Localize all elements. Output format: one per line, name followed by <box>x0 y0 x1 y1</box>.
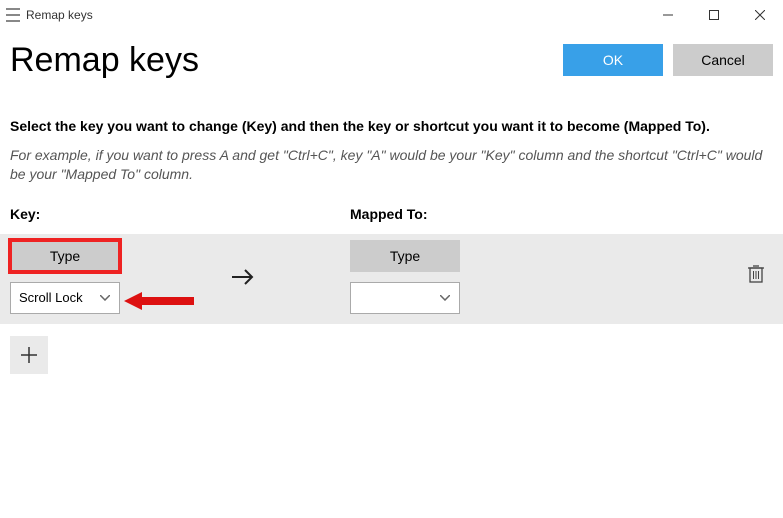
ok-button[interactable]: OK <box>563 44 663 76</box>
header-row: Remap keys OK Cancel <box>10 30 773 90</box>
key-select-dropdown[interactable]: Scroll Lock <box>10 282 120 314</box>
cancel-button[interactable]: Cancel <box>673 44 773 76</box>
columns-header: Key: Mapped To: <box>10 206 773 222</box>
mapped-cell: Type <box>350 240 550 314</box>
close-button[interactable] <box>737 0 783 30</box>
add-row-button[interactable] <box>10 336 48 374</box>
key-cell: Type Scroll Lock <box>10 240 210 314</box>
trash-icon <box>747 264 765 284</box>
page-title: Remap keys <box>10 41 553 80</box>
arrow-separator <box>210 266 350 288</box>
delete-cell <box>747 264 773 289</box>
mapping-row: Type Scroll Lock <box>0 234 783 324</box>
window-controls <box>645 0 783 30</box>
delete-row-button[interactable] <box>747 264 765 289</box>
arrow-right-icon <box>230 266 256 288</box>
mapped-select-dropdown[interactable] <box>350 282 460 314</box>
chevron-down-icon <box>439 292 451 304</box>
instruction-text: Select the key you want to change (Key) … <box>10 118 773 134</box>
maximize-button[interactable] <box>691 0 737 30</box>
mapped-column-label: Mapped To: <box>350 206 773 222</box>
plus-icon <box>20 346 38 364</box>
key-column-label: Key: <box>10 206 350 222</box>
app-icon <box>6 8 20 22</box>
annotation-arrow-icon <box>124 290 194 312</box>
chevron-down-icon <box>99 292 111 304</box>
key-type-button[interactable]: Type <box>10 240 120 272</box>
mapped-type-button[interactable]: Type <box>350 240 460 272</box>
title-bar: Remap keys <box>0 0 783 30</box>
example-text: For example, if you want to press A and … <box>10 146 773 184</box>
window-title: Remap keys <box>26 8 93 22</box>
key-select-value: Scroll Lock <box>19 290 99 305</box>
minimize-button[interactable] <box>645 0 691 30</box>
